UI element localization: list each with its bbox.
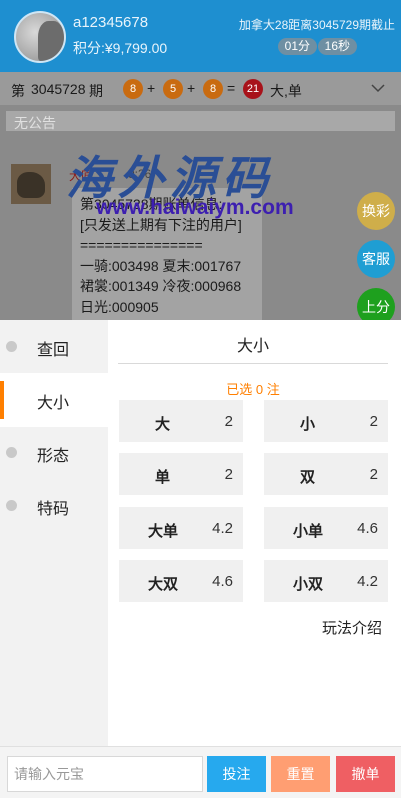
equals-sign: = xyxy=(227,80,236,96)
option-odds: 2 xyxy=(369,413,378,430)
category-item-special[interactable]: 特码 xyxy=(0,479,108,533)
active-indicator xyxy=(0,381,4,419)
category-sidebar: 查回 大小 形态 特码 xyxy=(0,320,108,746)
bet-option[interactable]: 大双 4.6 xyxy=(119,560,243,602)
option-name: 双 xyxy=(300,469,316,486)
bet-option[interactable]: 双 2 xyxy=(264,453,388,495)
option-name: 大 xyxy=(155,416,171,433)
user-avatar[interactable] xyxy=(14,11,66,63)
plus-sign: + xyxy=(187,80,196,96)
category-label: 查回 xyxy=(37,342,70,359)
option-odds: 4.2 xyxy=(212,520,233,537)
option-odds: 2 xyxy=(224,466,233,483)
notice-text: 无公告 xyxy=(14,115,56,131)
chat-line: 日光:000905 xyxy=(80,298,159,315)
bet-button[interactable]: 投注 xyxy=(207,756,266,792)
switch-lottery-button[interactable]: 换彩 xyxy=(357,192,395,230)
option-name: 小 xyxy=(300,416,316,433)
bet-option[interactable]: 大 2 xyxy=(119,400,243,442)
chat-line: 裙裳:001349 冷夜:000968 xyxy=(80,278,242,294)
option-odds: 2 xyxy=(224,413,233,430)
category-item-history[interactable]: 查回 xyxy=(0,320,108,374)
category-label: 大小 xyxy=(37,395,70,412)
plus-sign: + xyxy=(147,80,156,96)
bet-option[interactable]: 单 2 xyxy=(119,453,243,495)
bet-option[interactable]: 小双 4.2 xyxy=(264,560,388,602)
chat-avatar xyxy=(11,164,51,204)
bet-option[interactable]: 大单 4.2 xyxy=(119,507,243,549)
bet-footer: 投注 重置 撤单 xyxy=(0,746,401,798)
chat-line: 一骑:003498 夏末:001767 xyxy=(80,257,242,274)
issue-number: 3045728 xyxy=(31,81,86,97)
panel-title: 大小 xyxy=(236,338,269,355)
result-ball-2: 5 xyxy=(163,79,183,99)
result-outcome: 大,单 xyxy=(270,83,302,99)
issue-suffix: 期 xyxy=(89,83,103,99)
option-odds: 2 xyxy=(369,466,378,483)
notice-bar: 无公告 xyxy=(6,111,395,131)
category-label: 特码 xyxy=(37,501,70,518)
chevron-down-icon[interactable] xyxy=(371,81,385,95)
username: a12345678 xyxy=(73,14,149,31)
customer-service-button[interactable]: 客服 xyxy=(357,240,395,278)
issue-prefix: 第 xyxy=(11,83,25,99)
option-odds: 4.2 xyxy=(357,573,378,590)
category-item-size[interactable]: 大小 xyxy=(0,373,108,427)
option-name: 大双 xyxy=(148,576,179,593)
result-ball-3: 8 xyxy=(203,79,223,99)
radio-dot-icon xyxy=(6,447,17,458)
option-name: 大单 xyxy=(148,523,179,540)
countdown-label: 加拿大28距离3045729期截止 xyxy=(238,18,395,32)
category-item-pattern[interactable]: 形态 xyxy=(0,426,108,480)
cancel-bet-button[interactable]: 撤单 xyxy=(336,756,395,792)
result-sum-ball: 21 xyxy=(243,79,263,99)
radio-dot-icon xyxy=(6,341,17,352)
result-ball-1: 8 xyxy=(123,79,143,99)
reset-button[interactable]: 重置 xyxy=(271,756,330,792)
bet-option[interactable]: 小 2 xyxy=(264,400,388,442)
points-balance: 积分:¥9,799.00 xyxy=(73,40,168,56)
option-odds: 4.6 xyxy=(357,520,378,537)
radio-dot-icon xyxy=(6,500,17,511)
divider xyxy=(118,363,388,364)
header: a12345678 积分:¥9,799.00 加拿大28距离3045729期截止… xyxy=(0,0,401,72)
last-result-bar[interactable]: 第 3045728 期 8 + 5 + 8 = 21 大,单 xyxy=(0,72,401,106)
bet-option[interactable]: 小单 4.6 xyxy=(264,507,388,549)
category-label: 形态 xyxy=(37,448,70,465)
option-name: 单 xyxy=(155,469,171,486)
countdown-minutes-badge: 01分 xyxy=(277,38,317,55)
selected-count: 已选 0 注 xyxy=(226,382,280,397)
chat-line: =============== xyxy=(80,237,203,253)
option-name: 小双 xyxy=(293,576,324,593)
option-odds: 4.6 xyxy=(212,573,233,590)
amount-input[interactable] xyxy=(7,756,203,792)
rules-link[interactable]: 玩法介绍 xyxy=(322,617,382,638)
countdown-seconds-badge: 16秒 xyxy=(317,38,357,55)
option-name: 小单 xyxy=(293,523,324,540)
watermark-url: www.haiwaiym.com xyxy=(96,196,294,219)
bet-panel: 查回 大小 形态 特码 大小 已选 0 注 大 2 小 2 单 2 双 2 大单… xyxy=(0,320,401,746)
